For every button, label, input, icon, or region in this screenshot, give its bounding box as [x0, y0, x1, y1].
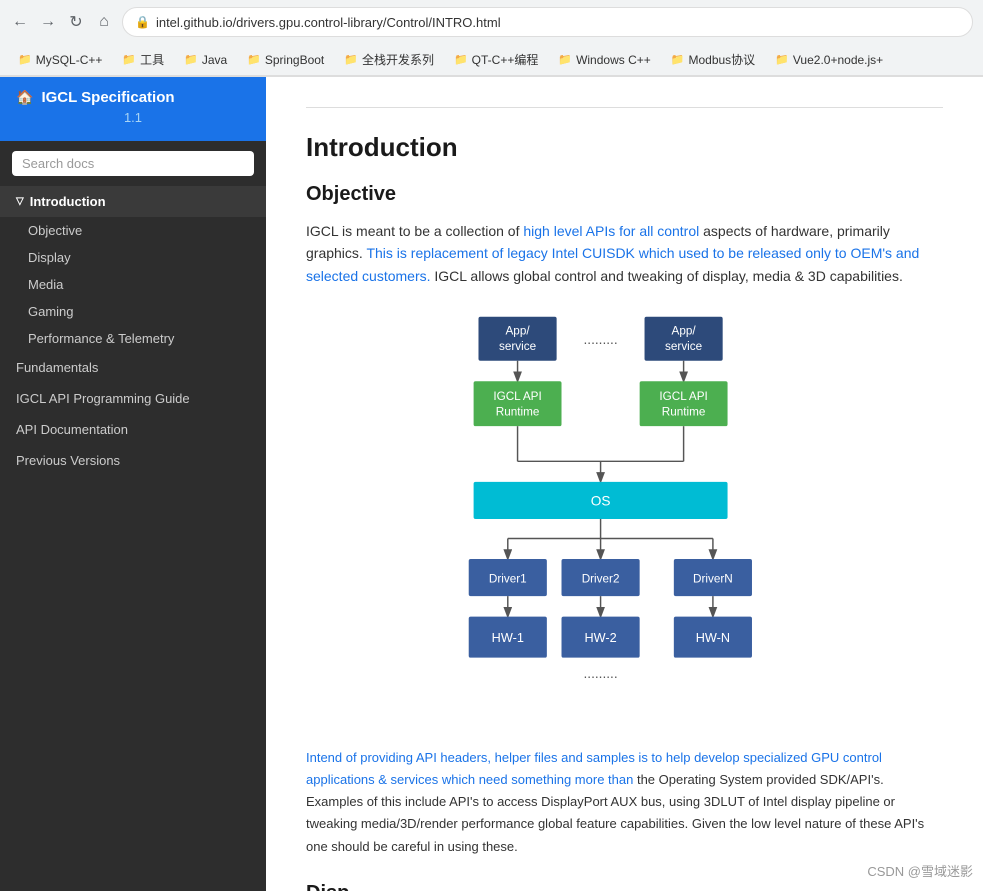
bottom-paragraph: Intend of providing API headers, helper … [306, 747, 943, 857]
folder-icon: 📁 [122, 53, 136, 66]
svg-text:HW-1: HW-1 [491, 631, 523, 645]
bookmark-item[interactable]: 📁 Java [176, 51, 235, 69]
content-area: Introduction Objective IGCL is meant to … [266, 77, 983, 891]
sidebar-title-text: IGCL Specification [41, 89, 174, 106]
home-button[interactable]: ⌂ [94, 12, 114, 32]
lock-icon: 🔒 [135, 15, 150, 29]
content-divider [306, 107, 943, 108]
svg-text:Driver1: Driver1 [488, 573, 526, 586]
nav-sub-item[interactable]: Media [0, 271, 266, 298]
nav-introduction-label: Introduction [30, 194, 106, 209]
svg-text:App/: App/ [671, 325, 696, 338]
bookmark-item[interactable]: 📁 Windows C++ [550, 51, 658, 69]
folder-icon: 📁 [671, 53, 685, 66]
bookmark-label: MySQL-C++ [36, 53, 103, 67]
svg-text:service: service [498, 340, 535, 353]
architecture-diagram: App/ service App/ service ......... IGCL… [415, 307, 835, 727]
svg-text:Runtime: Runtime [661, 406, 705, 419]
bookmark-label: 工具 [140, 51, 164, 68]
objective-title: Objective [306, 183, 943, 206]
sidebar-header: 🏠 IGCL Specification 1.1 [0, 77, 266, 141]
svg-text:service: service [665, 340, 702, 353]
sidebar-search [0, 141, 266, 186]
folder-icon: 📁 [18, 53, 32, 66]
svg-text:IGCL API: IGCL API [659, 390, 707, 403]
bookmarks-bar: 📁 MySQL-C++ 📁 工具 📁 Java 📁 SpringBoot 📁 全栈开发系列 📁 QT-… [0, 44, 983, 76]
bookmark-label: Vue2.0+node.js+ [793, 53, 883, 67]
nav-item[interactable]: Fundamentals [0, 352, 266, 383]
url-text: intel.github.io/drivers.gpu.control-libr… [156, 15, 501, 30]
nav-sub-item[interactable]: Performance & Telemetry [0, 325, 266, 352]
svg-text:.........: ......... [583, 332, 617, 347]
sidebar: 🏠 IGCL Specification 1.1 ▽ Introduction … [0, 77, 266, 891]
main-layout: 🏠 IGCL Specification 1.1 ▽ Introduction … [0, 77, 983, 891]
bookmark-label: Java [202, 53, 227, 67]
folder-icon: 📁 [247, 53, 261, 66]
nav-sub-item[interactable]: Display [0, 244, 266, 271]
bookmark-item[interactable]: 📁 QT-C++编程 [446, 49, 546, 70]
bookmark-item[interactable]: 📁 工具 [114, 49, 172, 70]
search-input[interactable] [12, 151, 254, 176]
bookmark-item[interactable]: 📁 MySQL-C++ [10, 51, 110, 69]
bookmark-item[interactable]: 📁 Vue2.0+node.js+ [767, 51, 891, 69]
svg-text:Driver2: Driver2 [581, 573, 619, 586]
svg-text:Runtime: Runtime [495, 406, 539, 419]
nav-item[interactable]: API Documentation [0, 414, 266, 445]
address-bar[interactable]: 🔒 intel.github.io/drivers.gpu.control-li… [122, 7, 973, 37]
objective-text: IGCL is meant to be a collection of high… [306, 220, 943, 287]
nav-items: FundamentalsIGCL API Programming GuideAP… [0, 352, 266, 476]
bookmark-label: Windows C++ [576, 53, 651, 67]
diagram-container: App/ service App/ service ......... IGCL… [306, 307, 943, 727]
bookmark-label: SpringBoot [265, 53, 324, 67]
sidebar-title: 🏠 IGCL Specification [16, 89, 250, 106]
svg-text:DriverN: DriverN [693, 573, 733, 586]
bookmark-item[interactable]: 📁 全栈开发系列 [336, 49, 442, 70]
home-icon: 🏠 [16, 89, 33, 106]
folder-icon: 📁 [344, 53, 358, 66]
nav-item[interactable]: IGCL API Programming Guide [0, 383, 266, 414]
bookmark-item[interactable]: 📁Modbus协议 [663, 49, 763, 70]
page-title: Introduction [306, 132, 943, 163]
refresh-button[interactable]: ↻ [66, 12, 86, 32]
browser-nav: ← → ↻ ⌂ 🔒 intel.github.io/drivers.gpu.co… [0, 0, 983, 44]
sidebar-version: 1.1 [16, 106, 250, 129]
bookmark-label: QT-C++编程 [472, 51, 539, 68]
nav-sub-item[interactable]: Objective [0, 217, 266, 244]
bookmark-item[interactable]: 📁 SpringBoot [239, 51, 332, 69]
bookmark-label: Modbus协议 [688, 51, 755, 68]
svg-text:.........: ......... [583, 666, 617, 681]
svg-text:IGCL API: IGCL API [493, 390, 541, 403]
nav-introduction[interactable]: ▽ Introduction [0, 186, 266, 217]
browser-chrome: ← → ↻ ⌂ 🔒 intel.github.io/drivers.gpu.co… [0, 0, 983, 77]
nav-sub-item[interactable]: Gaming [0, 298, 266, 325]
nav-item[interactable]: Previous Versions [0, 445, 266, 476]
svg-text:OS: OS [590, 493, 610, 508]
folder-icon: 📁 [454, 53, 468, 66]
expand-icon: ▽ [16, 196, 24, 207]
svg-text:App/: App/ [505, 325, 530, 338]
forward-button[interactable]: → [38, 12, 58, 32]
folder-icon: 📁 [184, 53, 198, 66]
folder-icon: 📁 [775, 53, 789, 66]
svg-text:HW-2: HW-2 [584, 631, 616, 645]
back-button[interactable]: ← [10, 12, 30, 32]
sidebar-nav: ▽ Introduction ObjectiveDisplayMediaGami… [0, 186, 266, 891]
nav-sub-items: ObjectiveDisplayMediaGamingPerformance &… [0, 217, 266, 352]
svg-text:HW-N: HW-N [695, 631, 729, 645]
bookmark-label: 全栈开发系列 [362, 51, 434, 68]
folder-icon: 📁 [558, 53, 572, 66]
